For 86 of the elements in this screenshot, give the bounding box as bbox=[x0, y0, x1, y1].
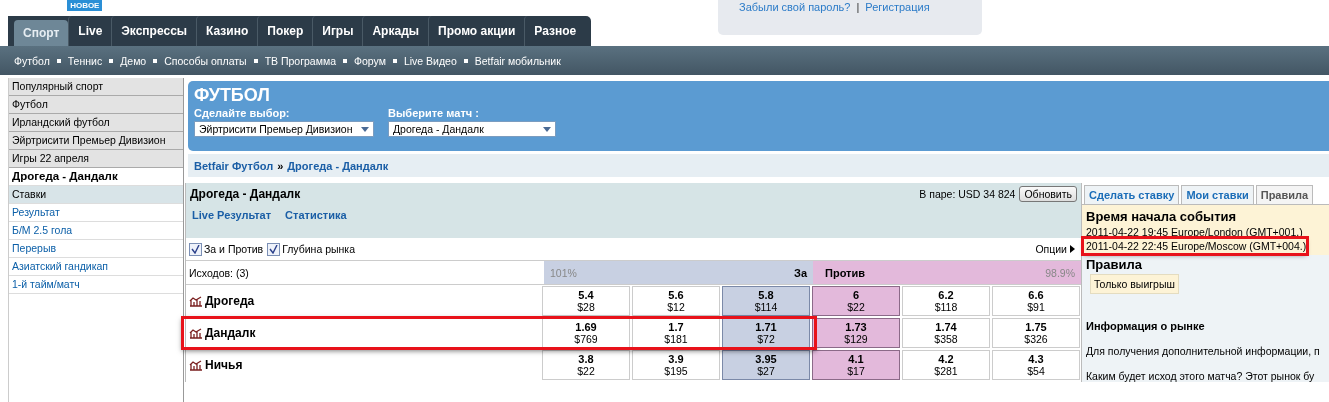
refresh-button[interactable]: Обновить bbox=[1019, 186, 1077, 202]
sidebar-item[interactable]: Эйртрисити Премьер Дивизион bbox=[9, 132, 183, 150]
price-cell[interactable]: 1.73 $129 bbox=[812, 318, 900, 348]
bullet-icon bbox=[109, 58, 114, 63]
panel-tab[interactable]: Правила bbox=[1255, 185, 1314, 204]
price-cell[interactable]: 4.3 $54 bbox=[992, 350, 1080, 380]
dropdown-caret-icon bbox=[361, 126, 369, 132]
back-label: За bbox=[794, 266, 807, 279]
checkbox-label: За и Против bbox=[204, 243, 264, 255]
info-title: Информация о рынке bbox=[1085, 319, 1206, 332]
price-cell[interactable]: 5.6 $12 bbox=[632, 286, 720, 316]
dropdown-select[interactable]: Эйртрисити Премьер Дивизион bbox=[194, 121, 374, 137]
select-label: Сделайте выбор: bbox=[194, 106, 291, 121]
register-link[interactable]: Регистрация bbox=[865, 0, 930, 14]
sub-nav-link[interactable]: Betfair мобильник bbox=[474, 54, 561, 67]
bullet-icon bbox=[56, 58, 61, 63]
sidebar-item[interactable]: Футбол bbox=[9, 96, 183, 114]
rules-title: Правила bbox=[1085, 256, 1143, 274]
price-cell[interactable]: 1.71 $72 bbox=[722, 318, 810, 348]
bullet-icon bbox=[392, 58, 397, 63]
checkbox-label: Глубина рынка bbox=[282, 243, 355, 255]
chart-icon[interactable] bbox=[189, 359, 202, 371]
price-cell[interactable]: 1.74 $358 bbox=[902, 318, 990, 348]
sidebar-item: Ставки bbox=[9, 186, 183, 204]
start-time-line: 2011-04-22 22:45 Europe/Moscow (GMT+004.) bbox=[1084, 239, 1307, 253]
info-paragraph: Для получения дополнительной информации, п bbox=[1085, 344, 1320, 357]
bullet-icon bbox=[153, 58, 158, 63]
bullet-icon bbox=[253, 58, 258, 63]
price-cell[interactable]: 1.7 $181 bbox=[632, 318, 720, 348]
price-cell[interactable]: 1.75 $326 bbox=[992, 318, 1080, 348]
checkbox[interactable] bbox=[189, 242, 202, 256]
runner-name: Ничья bbox=[205, 358, 243, 372]
matched-amount: В паре: USD 34 824 bbox=[919, 188, 1016, 200]
start-time-title: Время начала события bbox=[1086, 209, 1238, 225]
rule-badge: Только выигрыш bbox=[1090, 274, 1179, 294]
checkbox[interactable] bbox=[267, 242, 281, 256]
sub-nav-link[interactable]: Форум bbox=[354, 54, 386, 67]
dropdown-select[interactable]: Дрогеда - Дандалк bbox=[388, 121, 556, 137]
start-time-line: 2011-04-22 19:45 Europe/London (GMT+001.) bbox=[1086, 225, 1303, 239]
sub-nav-link[interactable]: Демо bbox=[120, 54, 147, 67]
runner-name: Дандалк bbox=[205, 326, 256, 340]
chart-icon[interactable] bbox=[189, 327, 202, 339]
forgot-password-link[interactable]: Забыли свой пароль? bbox=[739, 0, 851, 14]
market-link[interactable]: Статистика bbox=[285, 209, 347, 221]
back-percent: 101% bbox=[550, 266, 577, 279]
sub-nav-link[interactable]: Live Видео bbox=[403, 54, 457, 67]
breadcrumb-link[interactable]: Betfair Футбол bbox=[194, 159, 274, 172]
runner-name: Дрогеда bbox=[205, 294, 255, 308]
sub-nav-link[interactable]: ТВ Программа bbox=[264, 54, 336, 67]
price-cell[interactable]: 5.8 $114 bbox=[722, 286, 810, 316]
runners-count: Исходов: (3) bbox=[188, 265, 250, 281]
breadcrumb-link[interactable]: Дрогеда - Дандалк bbox=[287, 159, 389, 172]
lay-percent: 98.9% bbox=[1045, 266, 1075, 279]
select-label: Выберите матч : bbox=[388, 106, 480, 121]
price-cell[interactable]: 4.2 $281 bbox=[902, 350, 990, 380]
sub-nav-link[interactable]: Способы оплаты bbox=[164, 54, 247, 67]
sub-nav-link[interactable]: Футбол bbox=[14, 54, 50, 67]
panel-tab[interactable]: Сделать ставку bbox=[1084, 185, 1180, 204]
price-cell[interactable]: 3.9 $195 bbox=[632, 350, 720, 380]
sidebar-item[interactable]: Ирландский футбол bbox=[9, 114, 183, 132]
sport-title: ФУТБОЛ bbox=[194, 84, 271, 106]
info-paragraph: Каким будет исход этого матча? Этот рынок бу bbox=[1085, 369, 1315, 382]
price-cell[interactable]: 6 $22 bbox=[812, 286, 900, 316]
chart-icon[interactable] bbox=[189, 295, 202, 307]
panel-tab[interactable]: Мои ставки bbox=[1181, 185, 1254, 204]
arrow-right-icon bbox=[1070, 245, 1075, 253]
lay-label: Против bbox=[825, 266, 865, 279]
price-cell[interactable]: 6.2 $118 bbox=[902, 286, 990, 316]
price-cell[interactable]: 4.1 $17 bbox=[812, 350, 900, 380]
breadcrumb-separator: » bbox=[277, 159, 284, 172]
price-cell[interactable]: 3.95 $27 bbox=[722, 350, 810, 380]
options-menu[interactable]: Опции bbox=[1035, 243, 1075, 255]
price-cell[interactable]: 3.8 $22 bbox=[542, 350, 630, 380]
sidebar-item[interactable]: Игры 22 апреля bbox=[9, 150, 183, 168]
price-cell[interactable]: 6.6 $91 bbox=[992, 286, 1080, 316]
price-cell[interactable]: 1.69 $769 bbox=[542, 318, 630, 348]
sub-nav-link[interactable]: Теннис bbox=[67, 54, 103, 67]
market-link[interactable]: Live Результат bbox=[192, 209, 272, 221]
dropdown-caret-icon bbox=[543, 126, 551, 132]
link-separator: | bbox=[856, 0, 860, 14]
price-cell[interactable]: 5.4 $28 bbox=[542, 286, 630, 316]
new-badge: НОВОЕ bbox=[67, 0, 103, 11]
sidebar-item[interactable]: Популярный спорт bbox=[9, 78, 183, 96]
market-title: Дрогеда - Дандалк bbox=[190, 187, 301, 201]
bullet-icon bbox=[463, 58, 468, 63]
bullet-icon bbox=[343, 58, 347, 63]
